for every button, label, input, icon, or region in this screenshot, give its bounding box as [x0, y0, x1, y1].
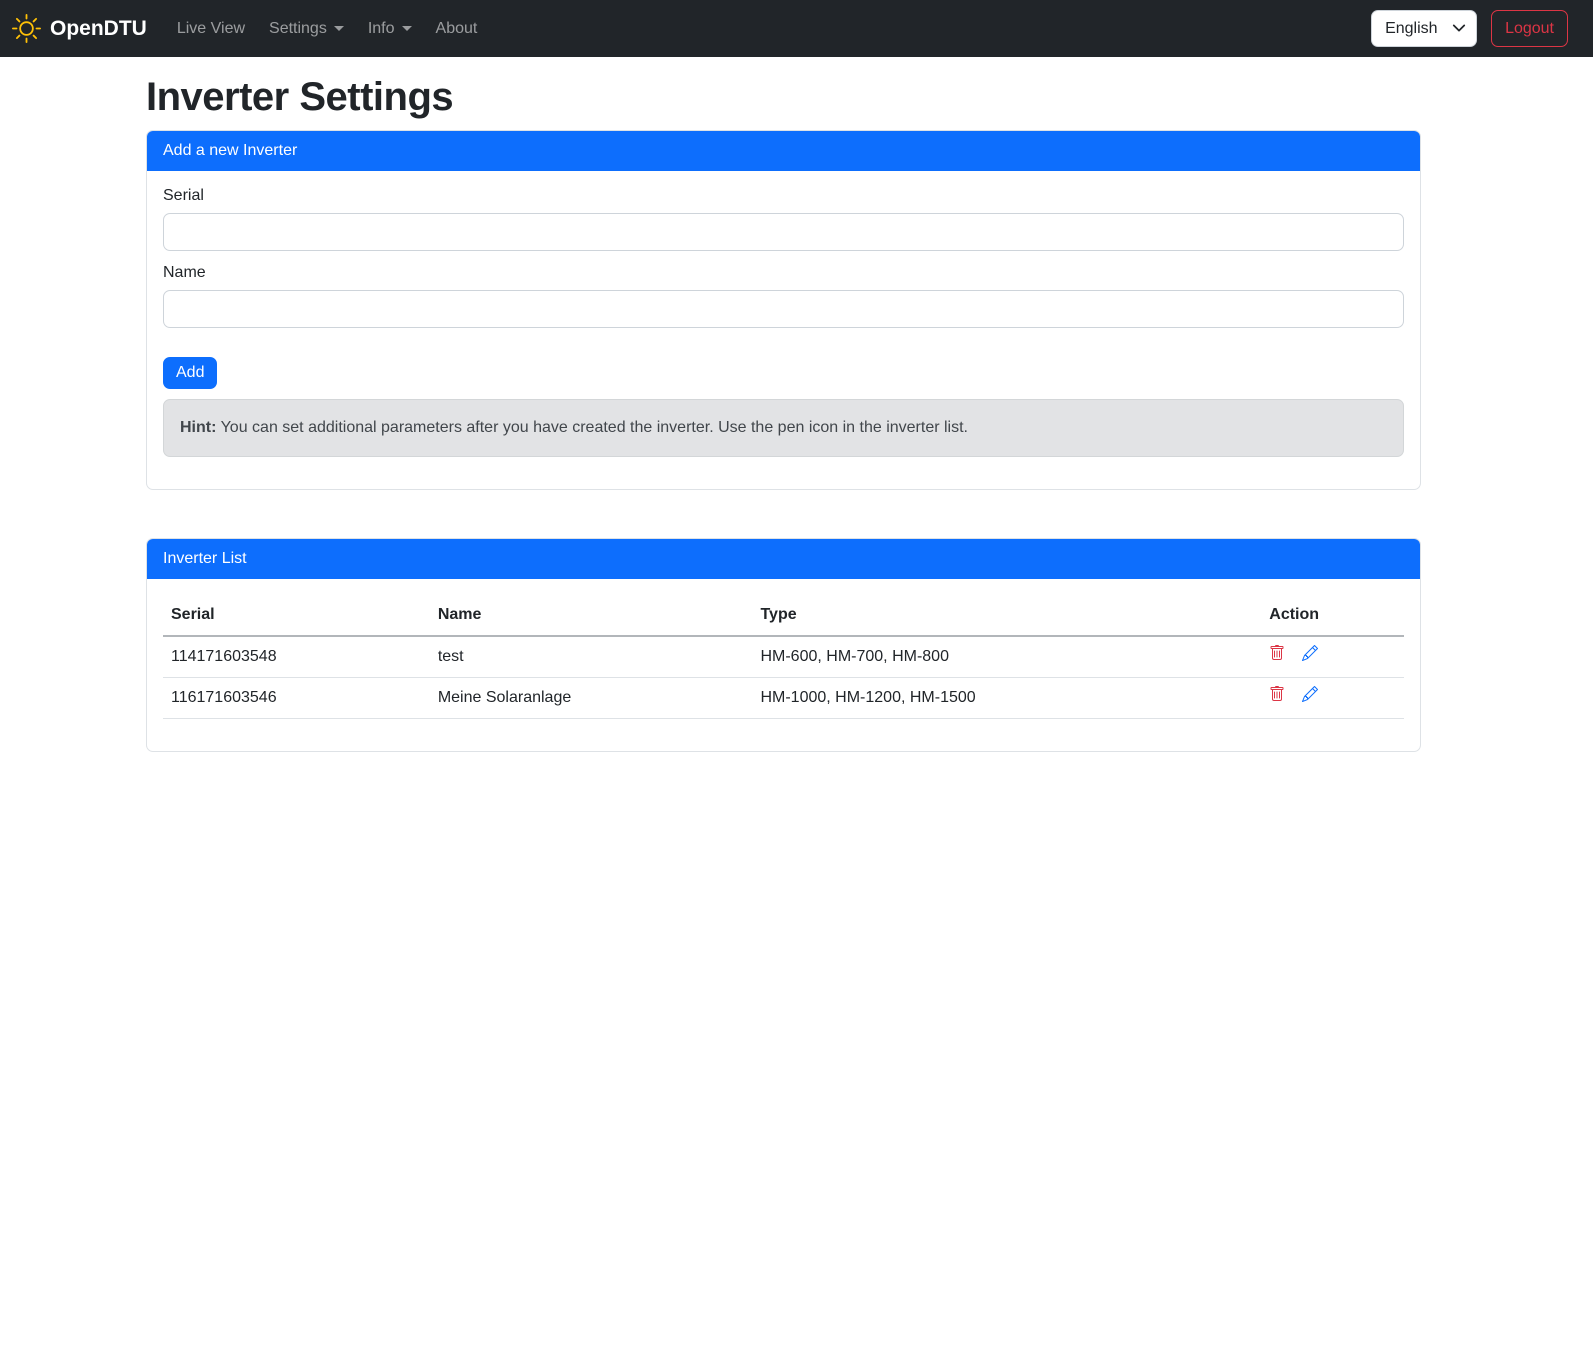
hint-text: You can set additional parameters after …: [221, 419, 968, 436]
dropdown-caret-icon: [334, 26, 344, 31]
trash-icon: [1269, 686, 1285, 702]
edit-inverter-button[interactable]: [1302, 686, 1318, 702]
inverter-table: Serial Name Type Action 114171603548 tes…: [163, 595, 1404, 719]
brand-label: OpenDTU: [50, 17, 147, 41]
table-row: 114171603548 test HM-600, HM-700, HM-800: [163, 636, 1404, 678]
table-row: 116171603546 Meine Solaranlage HM-1000, …: [163, 678, 1404, 719]
column-header-name: Name: [430, 595, 753, 636]
page-title: Inverter Settings: [146, 75, 1421, 120]
cell-type: HM-1000, HM-1200, HM-1500: [752, 678, 1261, 719]
pencil-icon: [1302, 686, 1318, 702]
column-header-action: Action: [1261, 595, 1404, 636]
logout-button[interactable]: Logout: [1491, 10, 1568, 47]
edit-inverter-button[interactable]: [1302, 645, 1318, 661]
cell-name: Meine Solaranlage: [430, 678, 753, 719]
nav-info[interactable]: Info: [360, 12, 420, 46]
cell-serial: 114171603548: [163, 636, 430, 678]
inverter-list-card: Inverter List Serial Name Type Action 11…: [146, 538, 1421, 752]
language-select[interactable]: English: [1371, 10, 1477, 47]
nav-about[interactable]: About: [428, 12, 486, 46]
name-input[interactable]: [163, 290, 1404, 328]
hint-alert: Hint: You can set additional parameters …: [163, 399, 1404, 457]
cell-name: test: [430, 636, 753, 678]
serial-input[interactable]: [163, 213, 1404, 251]
add-inverter-card-header: Add a new Inverter: [147, 131, 1420, 171]
inverter-table-body: 114171603548 test HM-600, HM-700, HM-800: [163, 636, 1404, 719]
trash-icon: [1269, 645, 1285, 661]
dropdown-caret-icon: [402, 26, 412, 31]
delete-inverter-button[interactable]: [1269, 686, 1285, 702]
name-label: Name: [163, 264, 1404, 282]
main-content: Inverter Settings Add a new Inverter Ser…: [146, 75, 1421, 752]
column-header-type: Type: [752, 595, 1261, 636]
brand-link[interactable]: OpenDTU: [12, 14, 147, 43]
serial-label: Serial: [163, 187, 1404, 205]
add-button[interactable]: Add: [163, 357, 217, 389]
column-header-serial: Serial: [163, 595, 430, 636]
nav-live-view[interactable]: Live View: [169, 12, 253, 46]
nav-settings[interactable]: Settings: [261, 12, 352, 46]
inverter-list-card-header: Inverter List: [147, 539, 1420, 579]
cell-serial: 116171603546: [163, 678, 430, 719]
delete-inverter-button[interactable]: [1269, 645, 1285, 661]
add-inverter-card: Add a new Inverter Serial Name Add Hint:…: [146, 130, 1421, 490]
sun-icon: [12, 14, 50, 43]
cell-type: HM-600, HM-700, HM-800: [752, 636, 1261, 678]
navbar: OpenDTU Live View Settings Info About En…: [0, 0, 1593, 57]
hint-prefix: Hint:: [180, 419, 216, 436]
pencil-icon: [1302, 645, 1318, 661]
